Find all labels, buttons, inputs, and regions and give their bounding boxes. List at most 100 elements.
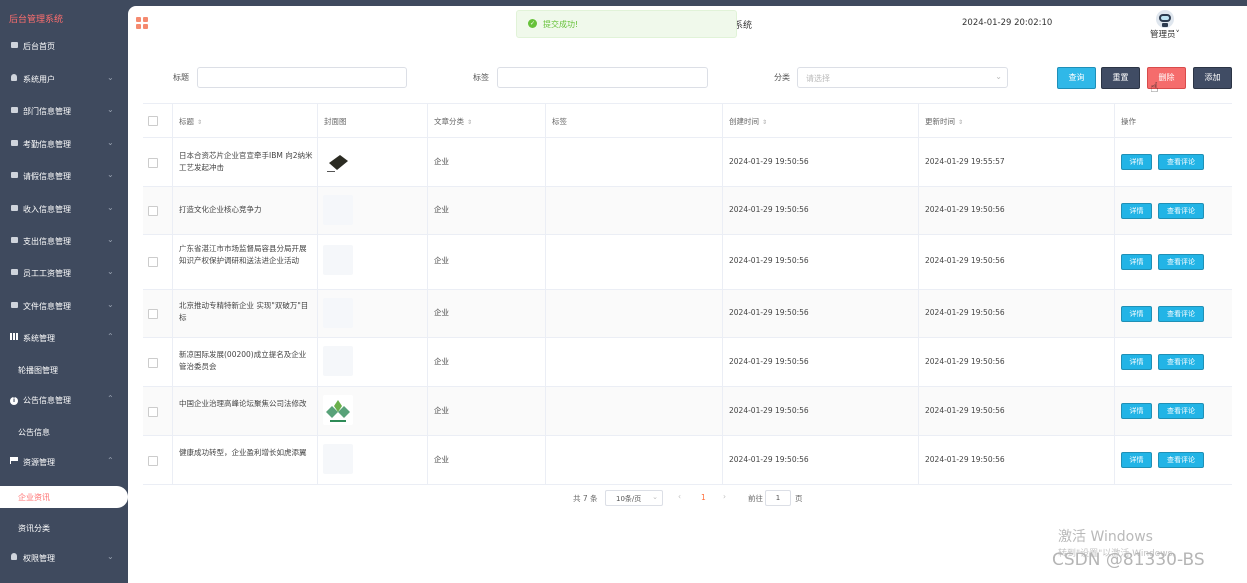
detail-button[interactable]: 详情 bbox=[1121, 354, 1152, 370]
row-updated: 2024-01-29 19:50:56 bbox=[925, 455, 1005, 464]
windows-activation-title: 激活 Windows bbox=[1058, 529, 1153, 545]
main-panel: 系统 2024-01-29 20:02:10 管理员˅ ✓ 提交成功! 标题 标… bbox=[128, 6, 1247, 583]
flag-icon bbox=[9, 457, 19, 467]
home-icon bbox=[9, 41, 19, 51]
row-category: 企业 bbox=[434, 406, 449, 415]
sidebar-item-department[interactable]: 部门信息管理 ⌄ bbox=[0, 100, 128, 122]
sidebar-item-label: 系统管理 bbox=[23, 334, 55, 343]
category-filter-label: 分类 bbox=[774, 73, 790, 82]
title-filter-input[interactable] bbox=[197, 67, 407, 88]
prev-page-button[interactable]: ‹ bbox=[678, 492, 681, 501]
row-checkbox[interactable] bbox=[148, 257, 158, 267]
detail-button[interactable]: 详情 bbox=[1121, 254, 1152, 270]
sidebar-item-label: 收入信息管理 bbox=[23, 205, 71, 214]
column-label: 创建时间 bbox=[729, 117, 759, 126]
row-created: 2024-01-29 19:50:56 bbox=[729, 157, 809, 166]
sidebar-item-label: 公告信息管理 bbox=[23, 396, 71, 405]
row-checkbox[interactable] bbox=[148, 309, 158, 319]
search-button[interactable]: 查询 bbox=[1057, 67, 1096, 89]
row-checkbox[interactable] bbox=[148, 358, 158, 368]
cover-image bbox=[323, 298, 353, 328]
sidebar-item-home[interactable]: 后台首页 bbox=[0, 35, 128, 57]
row-checkbox[interactable] bbox=[148, 456, 158, 466]
detail-button[interactable]: 详情 bbox=[1121, 306, 1152, 322]
table-row: 健康成功转型，企业盈利增长如虎添翼 企业 2024-01-29 19:50:56… bbox=[143, 436, 1232, 485]
sidebar-item-label: 员工工资管理 bbox=[23, 269, 71, 278]
row-checkbox[interactable] bbox=[148, 158, 158, 168]
row-category: 企业 bbox=[434, 308, 449, 317]
sidebar-item-expense[interactable]: 支出信息管理 ⌄ bbox=[0, 230, 128, 252]
chevron-down-icon: ⌄ bbox=[107, 267, 114, 276]
sidebar-item-news-category[interactable]: 资讯分类 bbox=[0, 517, 128, 539]
view-comments-button[interactable]: 查看评论 bbox=[1158, 306, 1204, 322]
cover-image bbox=[323, 346, 353, 376]
user-menu[interactable]: 管理员˅ bbox=[1150, 28, 1180, 40]
sidebar-item-files[interactable]: 文件信息管理 ⌄ bbox=[0, 295, 128, 317]
sidebar-item-system-users[interactable]: 系统用户 ⌄ bbox=[0, 68, 128, 90]
sidebar-item-resources[interactable]: 资源管理 ⌃ bbox=[0, 451, 128, 473]
chart-icon bbox=[9, 333, 19, 343]
row-updated: 2024-01-29 19:50:56 bbox=[925, 357, 1005, 366]
view-comments-button[interactable]: 查看评论 bbox=[1158, 203, 1204, 219]
sidebar-item-label: 系统用户 bbox=[23, 75, 55, 84]
table-row: 新凉国际发展(00200)成立提名及企业管治委员会 企业 2024-01-29 … bbox=[143, 338, 1232, 387]
toast-message: 提交成功! bbox=[543, 20, 579, 29]
goto-label: 前往 bbox=[748, 494, 763, 503]
menu-icon bbox=[9, 268, 19, 278]
tag-filter-input[interactable] bbox=[497, 67, 708, 88]
sidebar-item-enterprise-news[interactable]: 企业资讯 bbox=[0, 486, 128, 508]
detail-button[interactable]: 详情 bbox=[1121, 154, 1152, 170]
column-header-created[interactable]: 创建时间 ⇕ bbox=[723, 104, 919, 137]
column-header-category[interactable]: 文章分类 ⇕ bbox=[428, 104, 546, 137]
detail-button[interactable]: 详情 bbox=[1121, 452, 1152, 468]
sidebar-item-permissions[interactable]: 权限管理 ⌄ bbox=[0, 547, 128, 569]
column-header-title[interactable]: 标题 ⇕ bbox=[173, 104, 318, 137]
goto-page-input[interactable]: 1 bbox=[765, 490, 791, 506]
menu-icon bbox=[9, 204, 19, 214]
view-comments-button[interactable]: 查看评论 bbox=[1158, 452, 1204, 468]
grid-menu-icon[interactable] bbox=[136, 17, 148, 29]
select-all-checkbox[interactable] bbox=[148, 116, 158, 126]
sidebar-item-notice-mgmt[interactable]: i 公告信息管理 ⌃ bbox=[0, 389, 128, 411]
detail-button[interactable]: 详情 bbox=[1121, 203, 1152, 219]
row-checkbox[interactable] bbox=[148, 206, 158, 216]
sidebar-item-label: 考勤信息管理 bbox=[23, 140, 71, 149]
row-title: 北京推动专精特新企业 实现"双破万"目标 bbox=[179, 301, 309, 322]
add-button[interactable]: 添加 bbox=[1193, 67, 1232, 89]
next-page-button[interactable]: › bbox=[723, 492, 726, 501]
sidebar-item-system[interactable]: 系统管理 ⌃ bbox=[0, 327, 128, 349]
sort-icon: ⇕ bbox=[197, 119, 203, 126]
reset-button[interactable]: 重置 bbox=[1101, 67, 1140, 89]
column-header-updated[interactable]: 更新时间 ⇕ bbox=[919, 104, 1115, 137]
sidebar-item-label: 轮播图管理 bbox=[18, 366, 58, 375]
sidebar-item-label: 部门信息管理 bbox=[23, 107, 71, 116]
view-comments-button[interactable]: 查看评论 bbox=[1158, 154, 1204, 170]
sidebar-item-income[interactable]: 收入信息管理 ⌄ bbox=[0, 198, 128, 220]
row-checkbox[interactable] bbox=[148, 407, 158, 417]
cover-image bbox=[323, 147, 353, 177]
column-label: 标签 bbox=[552, 117, 567, 126]
sidebar-item-salary[interactable]: 员工工资管理 ⌄ bbox=[0, 262, 128, 284]
row-created: 2024-01-29 19:50:56 bbox=[729, 308, 809, 317]
sidebar-item-carousel[interactable]: 轮播图管理 bbox=[0, 359, 128, 381]
column-label: 操作 bbox=[1121, 117, 1136, 126]
table-row: 广东省湛江市市场监督局容县分局开展知识产权保护调研和送法进企业活动 企业 202… bbox=[143, 235, 1232, 290]
row-category: 企业 bbox=[434, 157, 449, 166]
category-select[interactable]: 请选择 ⌄ bbox=[797, 67, 1008, 88]
view-comments-button[interactable]: 查看评论 bbox=[1158, 254, 1204, 270]
chevron-down-icon: ⌄ bbox=[107, 203, 114, 212]
page-size-select[interactable]: 10条/页 ⌄ bbox=[605, 490, 663, 506]
detail-button[interactable]: 详情 bbox=[1121, 403, 1152, 419]
chevron-up-icon: ⌃ bbox=[107, 456, 114, 465]
table-row: 北京推动专精特新企业 实现"双破万"目标 企业 2024-01-29 19:50… bbox=[143, 290, 1232, 338]
sort-icon: ⇕ bbox=[467, 119, 473, 126]
menu-icon bbox=[9, 171, 19, 181]
sidebar-item-leave[interactable]: 请假信息管理 ⌄ bbox=[0, 165, 128, 187]
page-number-current[interactable]: 1 bbox=[701, 493, 706, 502]
view-comments-button[interactable]: 查看评论 bbox=[1158, 354, 1204, 370]
view-comments-button[interactable]: 查看评论 bbox=[1158, 403, 1204, 419]
sidebar-item-attendance[interactable]: 考勤信息管理 ⌄ bbox=[0, 133, 128, 155]
sidebar-item-notice[interactable]: 公告信息 bbox=[0, 421, 128, 443]
user-name: 管理员 bbox=[1150, 30, 1176, 40]
avatar[interactable] bbox=[1155, 9, 1175, 29]
